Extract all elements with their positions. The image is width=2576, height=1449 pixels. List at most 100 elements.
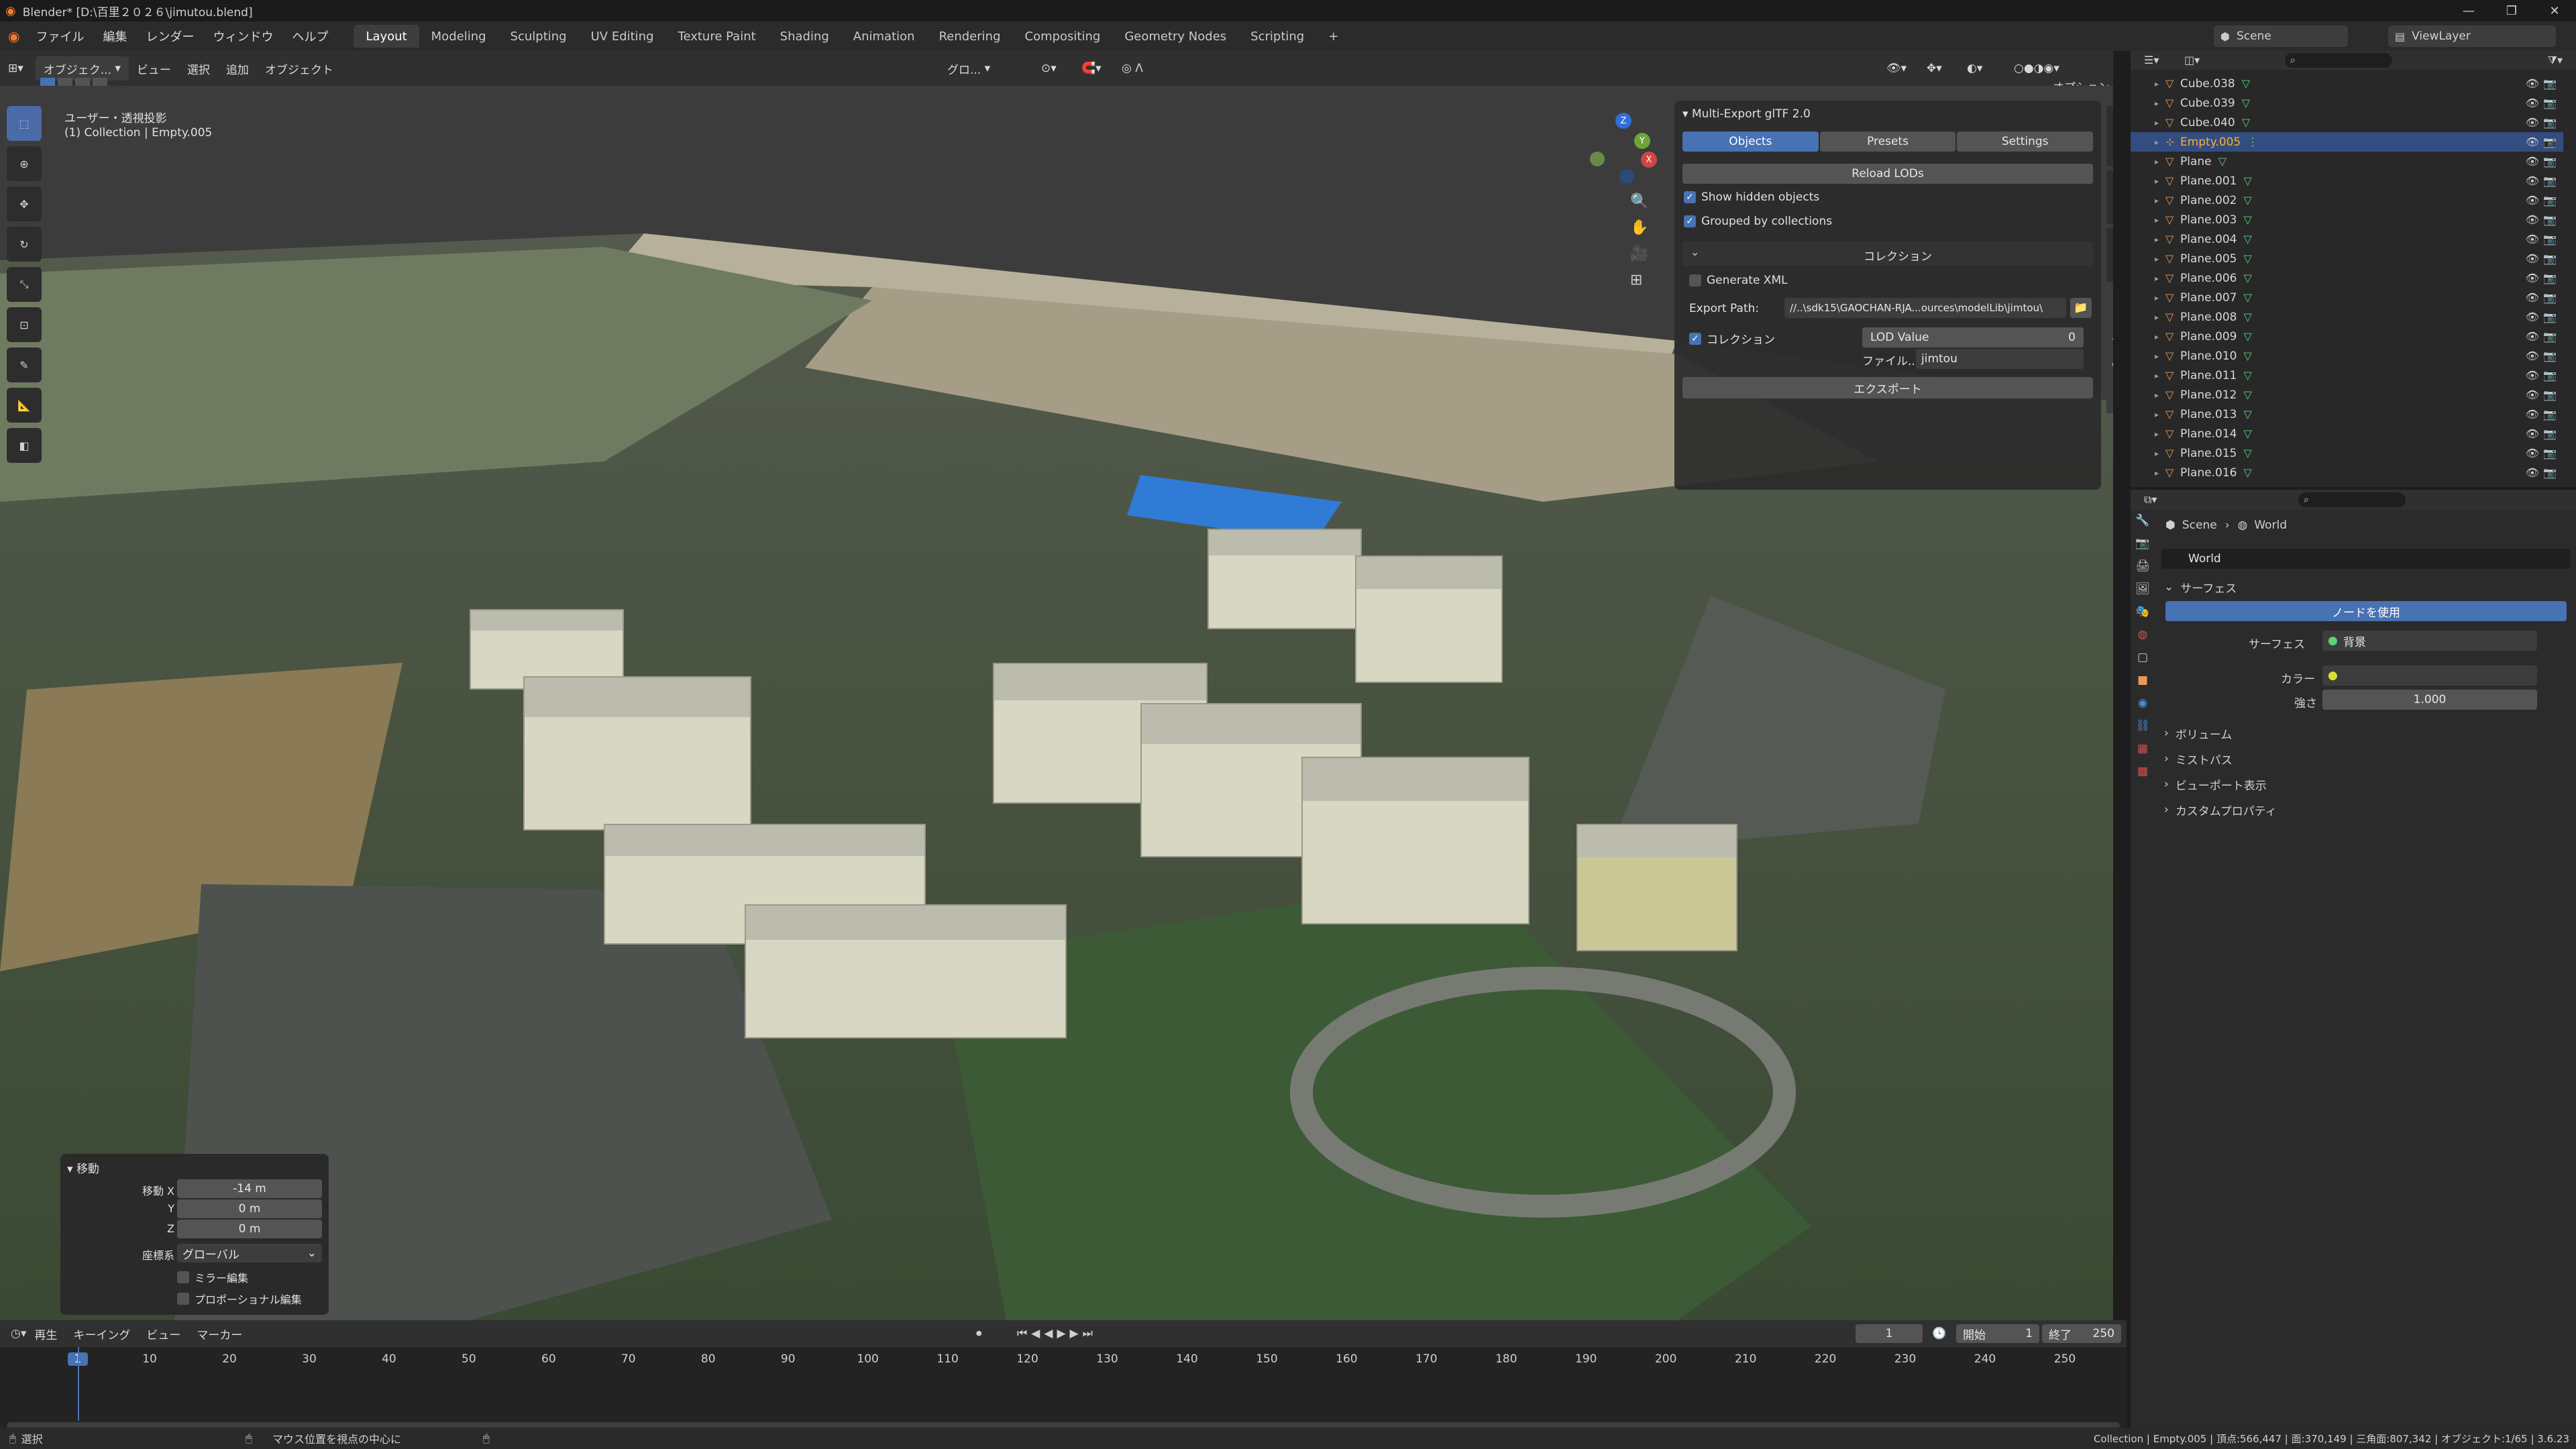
zoom-icon[interactable]: 🔍 <box>1630 193 1648 210</box>
menu-object[interactable]: オブジェクト <box>257 56 341 80</box>
camera-icon[interactable]: 🎥 <box>1630 246 1648 262</box>
render-camera-icon[interactable]: 📷 <box>2543 136 2557 148</box>
render-camera-icon[interactable]: 📷 <box>2543 408 2557 421</box>
expand-icon[interactable]: ▸ <box>2148 79 2165 89</box>
menu-edit[interactable]: 編集 <box>93 21 136 51</box>
mesh-data-icon[interactable]: ▽ <box>2243 252 2251 265</box>
mesh-data-icon[interactable]: ▽ <box>2243 350 2251 362</box>
world-datablock[interactable]: World <box>2161 549 2571 569</box>
mesh-data-icon[interactable]: ▽ <box>2242 77 2250 90</box>
visibility-eye-icon[interactable]: 👁 <box>2526 272 2539 284</box>
expand-icon[interactable]: ▸ <box>2148 254 2165 264</box>
mesh-data-icon[interactable]: ▽ <box>2218 155 2226 168</box>
render-camera-icon[interactable]: 📷 <box>2543 466 2557 479</box>
navigation-gizmo[interactable]: Z Y X <box>1583 113 1664 193</box>
render-camera-icon[interactable]: 📷 <box>2543 369 2557 382</box>
filter-icon[interactable]: ⧩▾ <box>2548 54 2563 67</box>
grouped-row[interactable]: ✓ Grouped by collections <box>1684 215 1832 228</box>
start-frame-field[interactable]: 開始 1 <box>1956 1324 2039 1343</box>
outliner-row[interactable]: ▸ ▽ Cube.040 ▽ 👁 📷 <box>2131 113 2563 132</box>
cursor-tool-icon[interactable]: ⊕ <box>7 146 42 181</box>
expand-icon[interactable]: ▸ <box>2148 157 2165 166</box>
mirror-checkbox[interactable] <box>177 1271 189 1283</box>
outliner-row[interactable]: ▸ ▽ Plane.003 ▽ 👁 📷 <box>2131 210 2563 229</box>
transform-orientation[interactable]: グロ... ▾ <box>939 56 998 80</box>
render-camera-icon[interactable]: 📷 <box>2543 330 2557 343</box>
expand-icon[interactable]: ▸ <box>2148 138 2165 147</box>
visibility-eye-icon[interactable]: 👁 <box>2526 330 2539 343</box>
strength-field[interactable]: 1.000 <box>2322 690 2537 710</box>
visibility-eye-icon[interactable]: 👁 <box>2526 174 2539 187</box>
collection-subpanel-header[interactable]: ⌄ コレクション <box>1682 241 2093 266</box>
outliner-row[interactable]: ▸ ▽ Plane.007 ▽ 👁 📷 <box>2131 288 2563 307</box>
maximize-button[interactable]: ❐ <box>2490 0 2533 21</box>
expand-icon[interactable]: ▸ <box>2148 274 2165 283</box>
collection-row[interactable]: ✓ コレクション <box>1689 330 1775 347</box>
move-x-field[interactable]: -14 m <box>177 1179 322 1198</box>
grouped-checkbox[interactable]: ✓ <box>1684 215 1696 227</box>
outliner-row[interactable]: ▸ ⊹ Empty.005 ⋮ 👁 📷 <box>2131 132 2563 152</box>
playhead[interactable] <box>78 1347 79 1421</box>
viewlayer-selector[interactable]: ▤ ViewLayer <box>2388 25 2556 47</box>
render-camera-icon[interactable]: 📷 <box>2543 427 2557 440</box>
x-axis-icon[interactable]: X <box>1641 152 1657 168</box>
show-hidden-row[interactable]: ✓ Show hidden objects <box>1684 191 1819 204</box>
visibility-eye-icon[interactable]: 👁 <box>2526 350 2539 362</box>
grid-ortho-icon[interactable]: ⊞ <box>1630 272 1648 288</box>
move-tool-icon[interactable]: ✥ <box>7 186 42 221</box>
expand-icon[interactable]: ▸ <box>2148 196 2165 205</box>
render-camera-icon[interactable]: 📷 <box>2543 116 2557 129</box>
expand-icon[interactable]: ▸ <box>2148 176 2165 186</box>
tab-shading[interactable]: Shading <box>768 25 841 48</box>
visibility-eye-icon[interactable]: 👁 <box>2526 408 2539 421</box>
playback-controls[interactable]: ⏮◀◀▶▶⏭ <box>1017 1327 1097 1340</box>
export-button[interactable]: エクスポート <box>1682 377 2093 398</box>
mesh-data-icon[interactable]: ▽ <box>2243 330 2251 343</box>
visibility-icon[interactable]: 👁▾ <box>1878 56 1915 80</box>
show-hidden-checkbox[interactable]: ✓ <box>1684 191 1696 203</box>
menu-view[interactable]: ビュー <box>129 56 179 80</box>
use-nodes-button[interactable]: ノードを使用 <box>2165 601 2567 621</box>
outliner-row[interactable]: ▸ ▽ Plane.015 ▽ 👁 📷 <box>2131 443 2563 463</box>
folder-icon[interactable]: 📁 <box>2070 298 2092 318</box>
menu-file[interactable]: ファイル <box>26 21 93 51</box>
render-camera-icon[interactable]: 📷 <box>2543 252 2557 265</box>
tab-view[interactable]: ビュー <box>2106 228 2113 282</box>
surface-section-header[interactable]: ⌄ サーフェス <box>2161 576 2557 598</box>
outliner-row[interactable]: ▸ ▽ Cube.039 ▽ 👁 📷 <box>2131 93 2563 113</box>
viewport-display-section[interactable]: › ビューポート表示 <box>2161 773 2557 796</box>
record-icon[interactable]: ⏺ <box>976 1327 982 1340</box>
render-camera-icon[interactable]: 📷 <box>2543 213 2557 226</box>
visibility-eye-icon[interactable]: 👁 <box>2526 311 2539 323</box>
visibility-eye-icon[interactable]: 👁 <box>2526 213 2539 226</box>
render-camera-icon[interactable]: 📷 <box>2543 291 2557 304</box>
mesh-data-icon[interactable]: ▽ <box>2243 408 2251 421</box>
mesh-data-icon[interactable]: ▽ <box>2243 233 2251 246</box>
expand-icon[interactable]: ▸ <box>2148 390 2165 400</box>
mesh-data-icon[interactable]: ▽ <box>2243 291 2251 304</box>
expand-icon[interactable]: ▸ <box>2148 332 2165 341</box>
tab-presets[interactable]: Presets <box>1819 131 1956 152</box>
render-camera-icon[interactable]: 📷 <box>2543 194 2557 207</box>
tab-modeling[interactable]: Modeling <box>419 25 498 48</box>
render-camera-icon[interactable]: 📷 <box>2543 233 2557 246</box>
outliner-row[interactable]: ▸ ▽ Plane.016 ▽ 👁 📷 <box>2131 463 2563 482</box>
expand-icon[interactable]: ▸ <box>2148 293 2165 303</box>
mesh-data-icon[interactable]: ▽ <box>2243 311 2251 323</box>
tab-objects[interactable]: Objects <box>1682 131 1819 152</box>
expand-icon[interactable]: ▸ <box>2148 410 2165 419</box>
mesh-data-icon[interactable]: ▽ <box>2243 447 2251 460</box>
export-path-field[interactable]: //..\sdk15\GAOCHAN-RJA...ources\modelLib… <box>1784 298 2066 318</box>
current-frame-field[interactable]: 1 <box>1856 1324 1923 1343</box>
mesh-data-icon[interactable]: ▽ <box>2242 97 2250 109</box>
render-tab-icon[interactable]: 📷 <box>2135 537 2149 550</box>
outliner-row[interactable]: ▸ ▽ Plane ▽ 👁 📷 <box>2131 152 2563 171</box>
select-tool-icon[interactable]: ⬚ <box>7 106 42 141</box>
properties-search-input[interactable]: ⌕ <box>2298 492 2406 507</box>
transform-tool-icon[interactable]: ⊡ <box>7 307 42 342</box>
annotate-tool-icon[interactable]: ✎ <box>7 347 42 382</box>
tab-compositing[interactable]: Compositing <box>1013 25 1113 48</box>
volume-section[interactable]: › ボリューム <box>2161 722 2557 745</box>
menu-add[interactable]: 追加 <box>218 56 257 80</box>
visibility-eye-icon[interactable]: 👁 <box>2526 447 2539 460</box>
